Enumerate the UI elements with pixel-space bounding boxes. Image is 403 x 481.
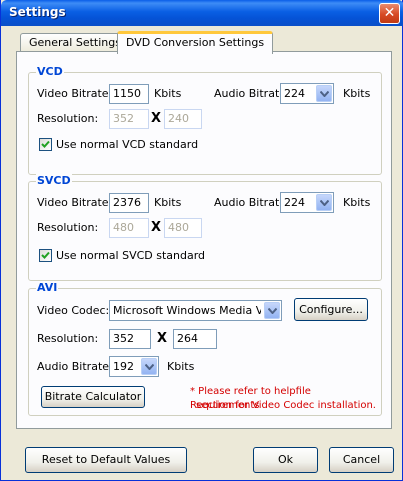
avi-times-sign: X: [157, 331, 168, 346]
vcd-audio-bitrate-value: 224: [284, 87, 305, 100]
vcd-standard-checkbox[interactable]: [39, 138, 52, 151]
window-title: Settings: [9, 5, 66, 19]
title-bar[interactable]: Settings ✕: [1, 0, 403, 26]
svcd-res-width-input[interactable]: 480: [109, 218, 149, 238]
configure-button[interactable]: Configure...: [294, 298, 368, 321]
vcd-times-sign: X: [151, 111, 162, 126]
codec-note-line2: section for Video Codec installation.: [196, 400, 376, 411]
chevron-down-icon[interactable]: [264, 302, 280, 319]
svcd-audio-bitrate-value: 224: [284, 196, 305, 209]
avi-video-codec-label: Video Codec:: [37, 304, 110, 317]
close-icon: ✕: [383, 5, 396, 21]
checkmark-icon: [41, 140, 50, 148]
tab-general-settings[interactable]: General Settings: [20, 33, 130, 53]
avi-audio-bitrate-value: 192: [113, 360, 134, 373]
tab-dvd-conversion-settings-label: DVD Conversion Settings: [126, 36, 265, 49]
vcd-audio-bitrate-label: Audio Bitrate:: [214, 87, 290, 100]
vcd-res-width-input[interactable]: 352: [109, 109, 149, 129]
chevron-down-icon[interactable]: [316, 194, 332, 211]
svcd-audio-bitrate-unit: Kbits: [343, 196, 371, 209]
vcd-video-bitrate-input[interactable]: 1150: [109, 84, 149, 104]
vcd-res-height-input[interactable]: 240: [164, 109, 202, 129]
svcd-standard-checkbox[interactable]: [39, 249, 52, 262]
svcd-resolution-label: Resolution:: [37, 221, 99, 234]
ok-button[interactable]: Ok: [253, 447, 318, 473]
svcd-group: SVCD Video Bitrate: 2376 Kbits Audio Bit…: [28, 174, 382, 281]
avi-legend: AVI: [36, 281, 59, 294]
vcd-standard-label[interactable]: Use normal VCD standard: [56, 138, 198, 151]
vcd-video-bitrate-label: Video Bitrate:: [37, 87, 113, 100]
vcd-audio-bitrate-unit: Kbits: [343, 87, 371, 100]
close-button[interactable]: ✕: [379, 3, 400, 24]
avi-resolution-label: Resolution:: [37, 332, 99, 345]
checkmark-icon: [41, 251, 50, 259]
bitrate-calculator-button[interactable]: Bitrate Calculator: [41, 386, 145, 408]
avi-video-codec-select[interactable]: Microsoft Windows Media Video: [109, 300, 282, 321]
settings-window: Settings ✕ General Settings DVD Conversi…: [0, 0, 403, 481]
vcd-audio-bitrate-select[interactable]: 224: [280, 83, 334, 104]
avi-res-width-input[interactable]: 352: [109, 329, 151, 349]
cancel-button[interactable]: Cancel: [329, 447, 394, 473]
avi-audio-bitrate-select[interactable]: 192: [109, 356, 159, 377]
vcd-video-bitrate-unit: Kbits: [154, 87, 182, 100]
avi-video-codec-value: Microsoft Windows Media Video: [113, 304, 261, 317]
avi-audio-bitrate-unit: Kbits: [167, 360, 195, 373]
vcd-legend: VCD: [36, 65, 64, 78]
reset-defaults-button[interactable]: Reset to Default Values: [25, 447, 187, 473]
dvd-conversion-panel: VCD Video Bitrate: 1150 Kbits Audio Bitr…: [16, 51, 392, 429]
svcd-audio-bitrate-label: Audio Bitrate:: [214, 196, 290, 209]
avi-audio-bitrate-label: Audio Bitrate:: [37, 360, 113, 373]
svcd-video-bitrate-label: Video Bitrate:: [37, 196, 113, 209]
vcd-resolution-label: Resolution:: [37, 112, 99, 125]
svcd-times-sign: X: [151, 220, 162, 235]
svcd-video-bitrate-input[interactable]: 2376: [109, 193, 149, 213]
svcd-legend: SVCD: [36, 174, 72, 187]
svcd-audio-bitrate-select[interactable]: 224: [280, 192, 334, 213]
svcd-standard-label[interactable]: Use normal SVCD standard: [56, 249, 205, 262]
tab-dvd-conversion-settings[interactable]: DVD Conversion Settings: [117, 31, 274, 54]
chevron-down-icon[interactable]: [141, 358, 157, 375]
svcd-res-height-input[interactable]: 480: [164, 218, 202, 238]
avi-group: AVI Video Codec: Microsoft Windows Media…: [28, 281, 382, 416]
chevron-down-icon[interactable]: [316, 85, 332, 102]
vcd-group: VCD Video Bitrate: 1150 Kbits Audio Bitr…: [28, 65, 382, 175]
tab-general-settings-label: General Settings: [29, 36, 121, 49]
svcd-video-bitrate-unit: Kbits: [154, 196, 182, 209]
avi-res-height-input[interactable]: 264: [173, 329, 217, 349]
